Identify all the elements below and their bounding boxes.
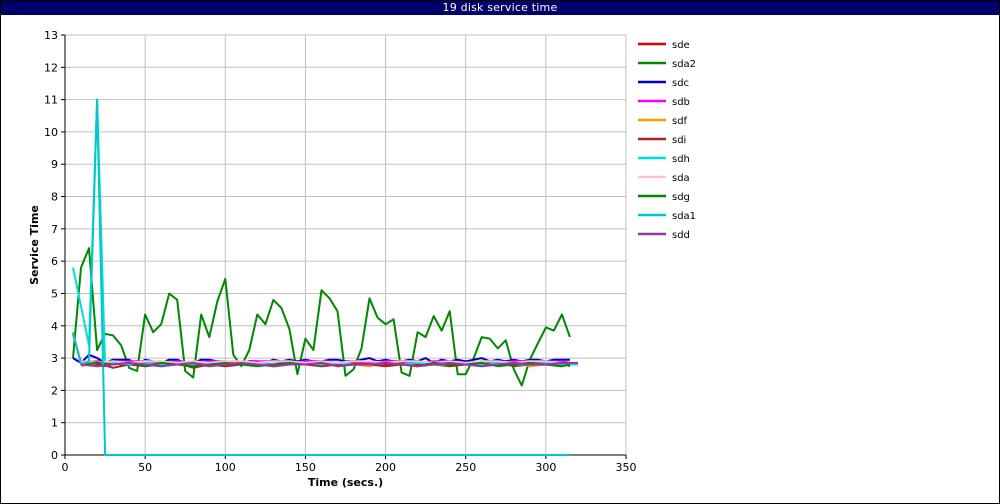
legend-label-sdb: sdb — [672, 97, 690, 108]
y-tick-label: 6 — [51, 255, 58, 268]
y-tick-label: 11 — [44, 94, 58, 107]
legend-label-sda1: sda1 — [672, 211, 696, 222]
x-tick-label: 250 — [455, 461, 476, 474]
legend-label-sdi: sdi — [672, 135, 686, 146]
y-tick-label: 9 — [51, 158, 58, 171]
legend-label-sde: sde — [672, 40, 690, 51]
legend-label-sdf: sdf — [672, 116, 688, 127]
grid — [64, 34, 627, 456]
y-tick-label: 2 — [51, 384, 58, 397]
y-tick-label: 13 — [44, 29, 58, 42]
y-tick-label: 7 — [51, 223, 58, 236]
x-tick-label: 50 — [138, 461, 152, 474]
x-tick-label: 150 — [295, 461, 316, 474]
y-tick-label: 8 — [51, 191, 58, 204]
chart-canvas: 0 50 100 150 200 250 300 350012345678910111213 … — [28, 29, 696, 489]
y-tick-label: 1 — [51, 417, 58, 430]
y-tick-label: 12 — [44, 61, 58, 74]
y-axis-label: Service Time — [28, 205, 41, 285]
x-tick-label: 200 — [375, 461, 396, 474]
y-tick-label: 5 — [51, 287, 58, 300]
y-tick-label: 3 — [51, 352, 58, 365]
x-tick-label: 300 — [535, 461, 556, 474]
legend-label-sdg: sdg — [672, 192, 690, 203]
y-tick-label: 10 — [44, 126, 58, 139]
plot-area — [64, 34, 627, 456]
x-tick-label: 100 — [215, 461, 236, 474]
y-tick-label: 4 — [51, 320, 58, 333]
legend-label-sdh: sdh — [672, 154, 690, 165]
x-axis-label: Time (secs.) — [308, 476, 383, 489]
y-tick-label: 0 — [51, 449, 58, 462]
x-tick-label: 0 — [62, 461, 69, 474]
legend-label-sda: sda — [672, 173, 690, 184]
legend-label-sda2: sda2 — [672, 59, 696, 70]
legend: sde sda2 sdc sdb sdf sdi sdh sda sdg sda1 sdd — [638, 40, 696, 241]
legend-label-sdc: sdc — [672, 78, 689, 89]
x-tick-label: 350 — [616, 461, 637, 474]
legend-label-sdd: sdd — [672, 230, 690, 241]
